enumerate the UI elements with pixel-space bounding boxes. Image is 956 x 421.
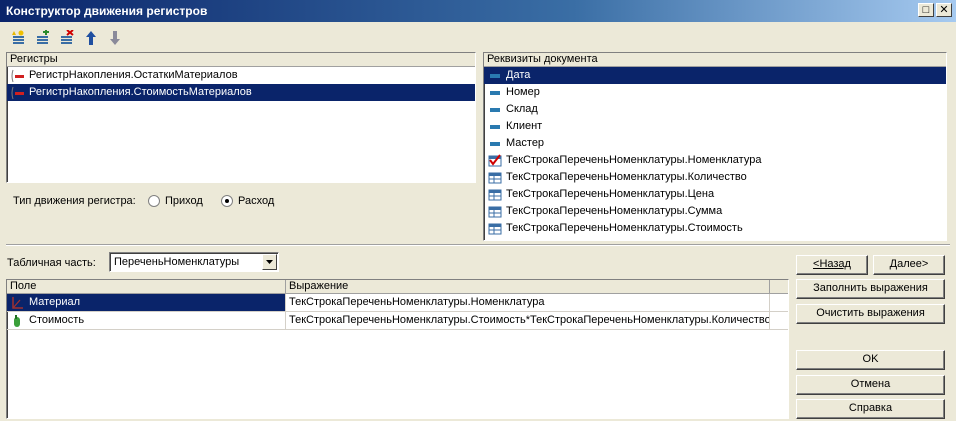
- table-row[interactable]: Материал ТекСтрокаПереченьНоменклатуры.Но…: [7, 294, 788, 312]
- register-item-label: РегистрНакопления.СтоимостьМатериалов: [29, 86, 252, 98]
- expression-cell[interactable]: ТекСтрокаПереченьНоменклатуры.Номенклату…: [286, 294, 770, 311]
- registers-header: Регистры: [7, 53, 475, 67]
- radio-expense[interactable]: Расход: [221, 195, 274, 207]
- back-button[interactable]: <Назад: [796, 255, 868, 275]
- next-button[interactable]: Далее>: [873, 255, 945, 275]
- doc-attribute-item[interactable]: ТекСтрокаПереченьНоменклатуры.Стоимость: [484, 220, 946, 237]
- doc-attribute-label: ТекСтрокаПереченьНоменклатуры.Количество: [506, 171, 747, 183]
- column-header-expression[interactable]: Выражение: [286, 280, 770, 293]
- delete-register-icon[interactable]: [56, 28, 78, 48]
- table-attribute-icon: [488, 153, 502, 168]
- doc-attribute-item[interactable]: ТекСтрокаПереченьНоменклатуры.Цена: [484, 186, 946, 203]
- maximize-icon[interactable]: □: [918, 3, 934, 17]
- table-attribute-icon: [488, 222, 502, 236]
- doc-attribute-item[interactable]: ТекСтрокаПереченьНоменклатуры.Номенклату…: [484, 152, 946, 169]
- window-title: Конструктор движения регистров: [6, 4, 208, 18]
- add-register-icon[interactable]: [8, 28, 30, 48]
- radio-expense-circle[interactable]: [221, 195, 233, 207]
- expression-cell[interactable]: ТекСтрокаПереченьНоменклатуры.Стоимость*…: [286, 312, 770, 329]
- fields-grid: Поле Выражение Материал ТекСтрокаПеречень…: [6, 279, 789, 419]
- help-button[interactable]: Справка: [796, 399, 945, 419]
- register-movement-dialog: Конструктор движения регистров □ ✕ Регис…: [0, 0, 956, 421]
- clear-expressions-button[interactable]: Очистить выражения: [796, 304, 945, 324]
- doc-attribute-label: Мастер: [506, 137, 545, 149]
- ok-button[interactable]: OK: [796, 350, 945, 370]
- registers-list: РегистрНакопления.ОстаткиМатериалов Регис…: [7, 67, 475, 101]
- column-header-field[interactable]: Поле: [7, 280, 286, 293]
- doc-attribute-label: Склад: [506, 103, 538, 115]
- field-name: Стоимость: [29, 314, 85, 326]
- field-cell[interactable]: Материал: [7, 294, 286, 311]
- back-button-label: <Назад: [813, 258, 851, 270]
- table-attribute-icon: [488, 188, 502, 202]
- table-attribute-icon: [488, 205, 502, 219]
- doc-attribute-label: Клиент: [506, 120, 543, 132]
- doc-attribute-item[interactable]: ТекСтрокаПереченьНоменклатуры.Количество: [484, 169, 946, 186]
- doc-attribute-item[interactable]: Мастер: [484, 135, 946, 152]
- doc-attributes-panel: Реквизиты документа Дата Номер Склад Клиент…: [483, 52, 947, 241]
- radio-income-circle[interactable]: [148, 195, 160, 207]
- move-down-icon: [104, 28, 126, 48]
- register-icon: [11, 86, 25, 100]
- doc-attribute-label: Дата: [506, 69, 531, 81]
- doc-attribute-item[interactable]: Дата: [484, 67, 946, 84]
- doc-attribute-item[interactable]: Номер: [484, 84, 946, 101]
- title-bar: Конструктор движения регистров □ ✕: [0, 0, 956, 22]
- table-row[interactable]: Стоимость ТекСтрокаПереченьНоменклатуры.С…: [7, 312, 788, 330]
- doc-attribute-item[interactable]: Клиент: [484, 118, 946, 135]
- tabular-label: Табличная часть:: [7, 257, 96, 269]
- register-icon: [11, 69, 25, 83]
- fields-grid-body: Материал ТекСтрокаПереченьНоменклатуры.Но…: [7, 294, 788, 330]
- attribute-icon: [488, 103, 502, 117]
- movement-type-label: Тип движения регистра:: [13, 195, 136, 207]
- add-copy-icon[interactable]: [32, 28, 54, 48]
- move-up-icon[interactable]: [80, 28, 102, 48]
- radio-income[interactable]: Приход: [148, 195, 203, 207]
- table-attribute-icon: [488, 171, 502, 185]
- radio-income-label: Приход: [165, 195, 203, 207]
- doc-attribute-label: ТекСтрокаПереченьНоменклатуры.Стоимость: [506, 222, 743, 234]
- register-item[interactable]: РегистрНакопления.СтоимостьМатериалов: [7, 84, 475, 101]
- tabular-select[interactable]: ПереченьНоменклатуры: [109, 252, 279, 272]
- doc-attribute-label: Номер: [506, 86, 540, 98]
- field-name: Материал: [29, 296, 80, 308]
- resource-icon: [10, 314, 24, 328]
- tabular-select-value: ПереченьНоменклатуры: [114, 256, 240, 268]
- doc-attribute-item[interactable]: ТекСтрокаПереченьНоменклатуры.Сумма: [484, 203, 946, 220]
- doc-attributes-list: Дата Номер Склад Клиент Мастер ТекСтрокаПереч…: [484, 67, 946, 237]
- register-item[interactable]: РегистрНакопления.ОстаткиМатериалов: [7, 67, 475, 84]
- dimension-icon: [10, 296, 24, 310]
- close-icon[interactable]: ✕: [936, 3, 952, 17]
- section-divider: [6, 244, 950, 246]
- fill-expressions-button[interactable]: Заполнить выражения: [796, 279, 945, 299]
- fields-grid-header: Поле Выражение: [7, 280, 788, 294]
- attribute-icon: [488, 86, 502, 100]
- doc-attribute-label: ТекСтрокаПереченьНоменклатуры.Цена: [506, 188, 715, 200]
- doc-attributes-header: Реквизиты документа: [484, 53, 946, 67]
- doc-attribute-label: ТекСтрокаПереченьНоменклатуры.Сумма: [506, 205, 723, 217]
- register-item-label: РегистрНакопления.ОстаткиМатериалов: [29, 69, 238, 81]
- attribute-icon: [488, 120, 502, 134]
- attribute-icon: [488, 137, 502, 151]
- cancel-button[interactable]: Отмена: [796, 375, 945, 395]
- toolbar: [8, 28, 126, 48]
- doc-attribute-label: ТекСтрокаПереченьНоменклатуры.Номенклату…: [506, 154, 762, 166]
- field-cell[interactable]: Стоимость: [7, 312, 286, 329]
- doc-attribute-item[interactable]: Склад: [484, 101, 946, 118]
- attribute-icon: [488, 69, 502, 83]
- chevron-down-icon[interactable]: [262, 254, 277, 270]
- radio-expense-label: Расход: [238, 195, 275, 207]
- registers-panel: Регистры РегистрНакопления.ОстаткиМатери…: [6, 52, 476, 183]
